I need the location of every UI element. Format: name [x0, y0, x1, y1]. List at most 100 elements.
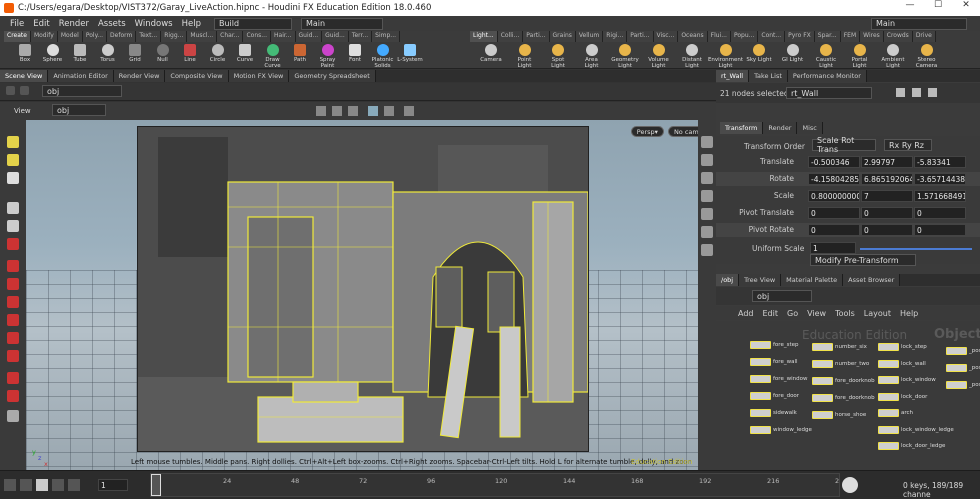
- network-node[interactable]: sidewalk: [750, 409, 797, 417]
- network-tab[interactable]: Material Palette: [781, 274, 844, 286]
- play-button[interactable]: [52, 479, 64, 491]
- network-node[interactable]: number_six: [812, 343, 867, 351]
- network-menu-item[interactable]: Layout: [864, 309, 891, 318]
- shelf-tab[interactable]: Pyro FX: [785, 31, 815, 42]
- shelf-tab[interactable]: Popu...: [730, 31, 759, 42]
- network-node[interactable]: fore_wall: [750, 358, 798, 366]
- shelf-tab[interactable]: Simp...: [372, 31, 401, 42]
- network-tab[interactable]: Asset Browser: [843, 274, 901, 286]
- parameter-tab[interactable]: Transform: [720, 122, 764, 134]
- shelf-tab[interactable]: Deform: [107, 31, 137, 42]
- menu-windows[interactable]: Windows: [135, 19, 173, 29]
- shelf-tab[interactable]: Oceans: [678, 31, 708, 42]
- shelf-tool[interactable]: Line: [177, 43, 203, 69]
- shelf-tab[interactable]: Grains: [549, 31, 576, 42]
- network-node[interactable]: fore_window: [750, 375, 807, 383]
- network-node[interactable]: fore_door: [750, 392, 799, 400]
- network-node[interactable]: horse_shoe: [812, 411, 866, 419]
- shelf-tab[interactable]: Visc...: [653, 31, 679, 42]
- parameter-field[interactable]: 0: [808, 224, 860, 236]
- network-menu-item[interactable]: View: [807, 309, 826, 318]
- snap-icon[interactable]: [7, 238, 19, 250]
- play-reverse-button[interactable]: [20, 479, 32, 491]
- network-menu-item[interactable]: Tools: [835, 309, 855, 318]
- scene-viewport[interactable]: Persp▾ No cam▾ y z x Left mouse tumbles.…: [26, 120, 716, 470]
- shelf-tool[interactable]: Camera: [478, 43, 504, 69]
- parameter-field[interactable]: 0.800000000: [808, 190, 860, 202]
- shelf-tab[interactable]: Model: [57, 31, 83, 42]
- shelf-tab[interactable]: Cons...: [243, 31, 271, 42]
- shelf-tab[interactable]: Create: [4, 31, 31, 42]
- shelf-tab[interactable]: Parti...: [523, 31, 550, 42]
- shelf-tool[interactable]: Volume Light: [646, 43, 672, 69]
- parameter-field[interactable]: 0: [914, 224, 966, 236]
- path-field[interactable]: obj: [42, 85, 122, 97]
- uv-icon[interactable]: [701, 226, 713, 238]
- shelf-tool[interactable]: Stereo Camera: [914, 43, 940, 69]
- normals-icon[interactable]: [701, 208, 713, 220]
- shelf-tab[interactable]: Poly...: [82, 31, 108, 42]
- help-icon[interactable]: [912, 88, 921, 97]
- menu-render[interactable]: Render: [59, 19, 89, 29]
- shelf-tool[interactable]: Draw Curve: [260, 43, 286, 69]
- network-node[interactable]: lock_wall: [878, 359, 926, 368]
- stop-button[interactable]: [36, 479, 48, 491]
- network-tab[interactable]: /obj: [716, 274, 740, 286]
- current-frame-marker[interactable]: [151, 474, 161, 496]
- shelf-tab[interactable]: Spar...: [814, 31, 841, 42]
- parameter-field[interactable]: -5.83341: [914, 156, 966, 168]
- shelf-tool[interactable]: Area Light: [579, 43, 605, 69]
- shading-icon[interactable]: [368, 106, 378, 116]
- parameter-field[interactable]: -4.15804285: [808, 173, 860, 185]
- view-tool-icon[interactable]: [7, 410, 19, 422]
- edge-snap-icon[interactable]: [7, 332, 19, 344]
- parameter-field[interactable]: 0: [914, 207, 966, 219]
- parameter-field[interactable]: 0: [861, 207, 913, 219]
- close-window-button[interactable]: ✕: [952, 0, 980, 16]
- parameter-field[interactable]: 6.865192064: [861, 173, 913, 185]
- shelf-tab[interactable]: Crowds: [883, 31, 913, 42]
- pane-tab[interactable]: Take List: [749, 70, 788, 82]
- network-node[interactable]: lock_step: [878, 343, 927, 351]
- shelf-tab[interactable]: Modify: [30, 31, 58, 42]
- pane-tab[interactable]: rt_Wall: [716, 70, 750, 82]
- shelf-tab[interactable]: Drive: [912, 31, 936, 42]
- shelf-tool[interactable]: GI Light: [780, 43, 806, 69]
- minimize-button[interactable]: —: [896, 0, 924, 16]
- select-icon[interactable]: [7, 136, 19, 148]
- pane-tab[interactable]: Geometry Spreadsheet: [289, 70, 376, 82]
- shelf-tab[interactable]: Guid...: [295, 31, 323, 42]
- parameter-field[interactable]: 1.571668491: [914, 190, 966, 202]
- parameter-field[interactable]: -3.65714438: [914, 173, 966, 185]
- shelf-tab[interactable]: Vellum: [575, 31, 604, 42]
- pose-icon[interactable]: [7, 202, 19, 214]
- next-frame-button[interactable]: [68, 479, 80, 491]
- network-menu-item[interactable]: Go: [787, 309, 798, 318]
- shelf-tool[interactable]: Sky Light: [746, 43, 772, 69]
- network-node[interactable]: _post: [946, 364, 980, 372]
- shelf-tab[interactable]: Light...: [470, 31, 498, 42]
- shelf-tool[interactable]: Null: [150, 43, 176, 69]
- shelf-tab[interactable]: Hair...: [271, 31, 296, 42]
- magnet-icon[interactable]: [7, 260, 19, 272]
- network-tab[interactable]: Tree View: [739, 274, 782, 286]
- settings-icon[interactable]: [896, 88, 905, 97]
- node-name-field[interactable]: rt_Wall: [786, 87, 872, 99]
- shelf-tool[interactable]: Portal Light: [847, 43, 873, 69]
- prim-snap-icon[interactable]: [7, 296, 19, 308]
- shelf-tool[interactable]: Box: [12, 43, 38, 69]
- shelf-tool[interactable]: Sphere: [40, 43, 66, 69]
- transform-order-select[interactable]: Scale Rot Trans: [812, 136, 876, 154]
- shelf-tab[interactable]: Muscl...: [187, 31, 218, 42]
- run-desktop-select[interactable]: Main: [300, 17, 383, 30]
- home-icon[interactable]: [701, 136, 713, 148]
- shelf-tab[interactable]: Rigg...: [161, 31, 188, 42]
- forward-icon[interactable]: [20, 86, 29, 95]
- rotate-order-select[interactable]: Rx Ry Rz: [884, 139, 932, 151]
- parameter-field[interactable]: 0: [808, 207, 860, 219]
- shelf-tab[interactable]: Char...: [217, 31, 244, 42]
- parameter-field[interactable]: 0: [861, 224, 913, 236]
- point-snap-icon[interactable]: [7, 314, 19, 326]
- frame-icon[interactable]: [701, 154, 713, 166]
- shelf-tool[interactable]: Platonic Solids: [370, 43, 396, 69]
